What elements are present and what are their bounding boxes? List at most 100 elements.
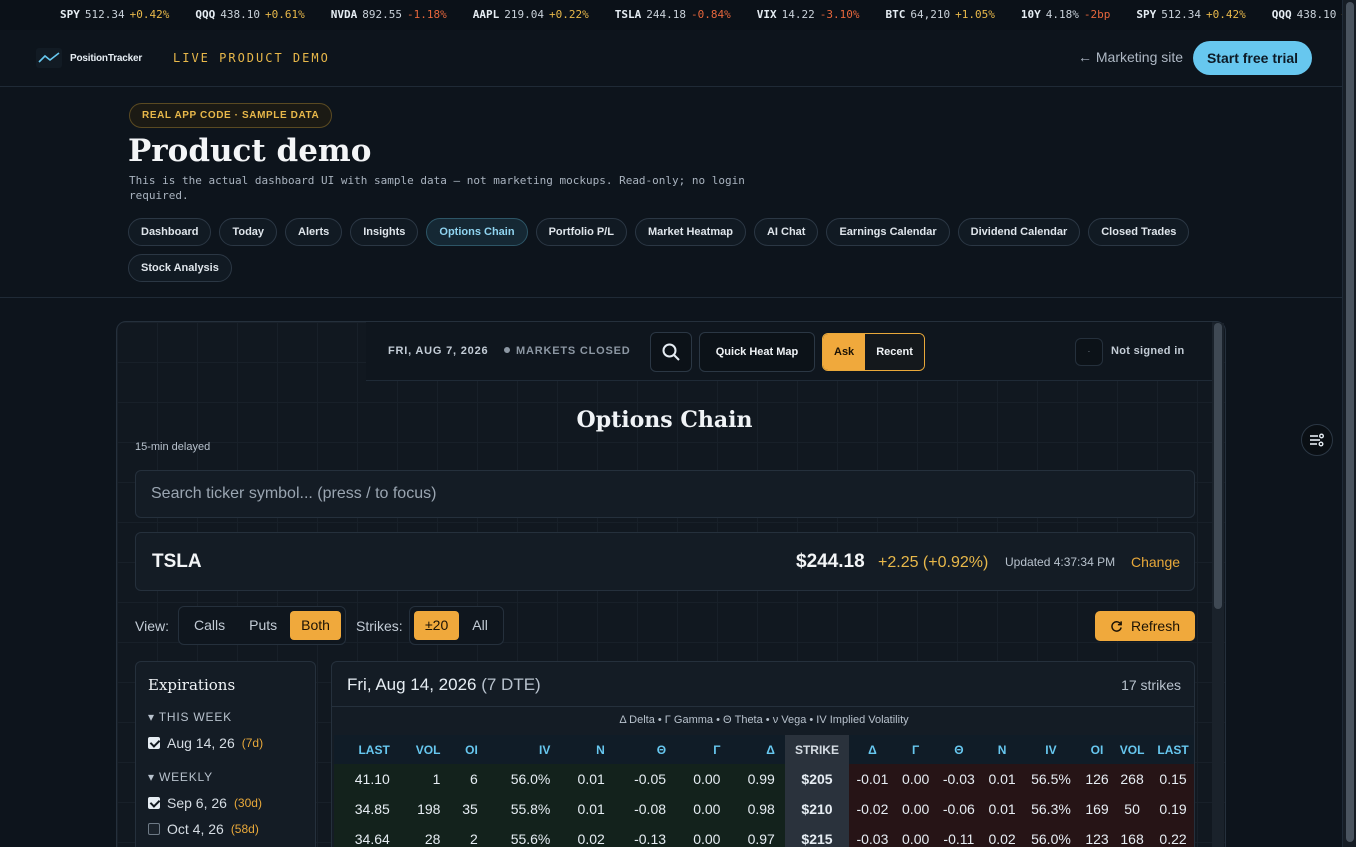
call-cell[interactable]: -0.05 [614,764,677,794]
recent-button[interactable]: Recent [865,334,924,370]
group-this-week[interactable]: ▾ THIS WEEK [148,710,232,724]
call-cell[interactable]: 0.01 [560,794,615,824]
put-cell[interactable]: 123 [1079,824,1115,847]
tab-market-heatmap[interactable]: Market Heatmap [634,218,746,246]
call-cell[interactable]: 198 [399,794,451,824]
tab-earnings-calendar[interactable]: Earnings Calendar [826,218,950,246]
put-column-header[interactable]: Θ [935,735,983,764]
call-column-header[interactable]: Γ [676,735,731,764]
put-cell[interactable]: 0.02 [982,824,1022,847]
put-cell[interactable]: 168 [1114,824,1151,847]
put-column-header[interactable]: Δ [849,735,896,764]
call-cell[interactable]: 1 [399,764,451,794]
put-cell[interactable]: 0.22 [1150,824,1194,847]
call-cell[interactable]: 28 [399,824,451,847]
tab-closed-trades[interactable]: Closed Trades [1088,218,1190,246]
put-cell[interactable]: 0.00 [895,824,936,847]
tab-today[interactable]: Today [219,218,278,246]
put-cell[interactable]: 56.0% [1021,824,1080,847]
call-column-header[interactable]: IV [487,735,561,764]
refresh-button[interactable]: Refresh [1095,611,1195,641]
call-cell[interactable]: -0.13 [614,824,677,847]
call-cell[interactable]: -0.08 [614,794,677,824]
put-cell[interactable]: -0.06 [935,794,983,824]
ticker-search-input[interactable] [135,470,1195,518]
put-cell[interactable]: 0.15 [1150,764,1194,794]
ticker-item[interactable]: 10Y 4.18% -2bp [1021,0,1111,30]
ticker-item[interactable]: QQQ438.10+0.61% [1272,0,1342,30]
ticker-item[interactable]: SPY 512.34 +0.42% [1136,0,1245,30]
view-both-button[interactable]: Both [290,611,341,640]
table-row[interactable]: 41.10 1 6 56.0% 0.01 -0.05 0.00 0.99 $205 -0.01 0.… [334,764,1194,794]
call-column-header[interactable]: Ν [560,735,615,764]
ticker-item[interactable]: QQQ438.10+0.61% [195,0,304,30]
put-cell[interactable]: 169 [1079,794,1115,824]
call-cell[interactable]: 34.64 [334,824,400,847]
put-cell[interactable]: 0.00 [895,764,936,794]
tab-ai-chat[interactable]: AI Chat [753,218,819,246]
table-row[interactable]: 34.64 28 2 55.6% 0.02 -0.13 0.00 0.97 $215 -0.03 0… [334,824,1194,847]
logo[interactable]: PositionTracker [36,48,142,68]
page-scrollbar-thumb[interactable] [1346,2,1354,842]
put-column-header[interactable]: OI [1079,735,1115,764]
put-cell[interactable]: 0.01 [982,764,1022,794]
call-cell[interactable]: 0.00 [676,824,731,847]
expiration-checkbox[interactable] [148,823,160,835]
call-cell[interactable]: 2 [450,824,488,847]
strikes-all-button[interactable]: All [461,611,499,640]
view-puts-button[interactable]: Puts [238,611,288,640]
call-column-header[interactable]: LAST [334,735,400,764]
call-cell[interactable]: 55.6% [487,824,561,847]
user-avatar[interactable]: · [1075,338,1103,366]
expiration-item[interactable]: Sep 6, 26 (30d) [148,795,262,811]
call-column-header[interactable]: Δ [730,735,785,764]
call-cell[interactable]: 0.98 [730,794,785,824]
tab-portfolio-p-l[interactable]: Portfolio P/L [535,218,627,246]
put-cell[interactable]: 0.19 [1150,794,1194,824]
call-cell[interactable]: 56.0% [487,764,561,794]
floating-menu-button[interactable] [1301,424,1333,456]
marketing-site-link[interactable]: ← Marketing site [1078,49,1183,65]
view-calls-button[interactable]: Calls [183,611,236,640]
start-trial-button[interactable]: Start free trial [1193,41,1312,75]
expiration-item[interactable]: Aug 14, 26 (7d) [148,735,263,751]
put-cell[interactable]: -0.11 [935,824,983,847]
tab-alerts[interactable]: Alerts [285,218,343,246]
put-cell[interactable]: 0.00 [895,794,936,824]
ticker-item[interactable]: TSLA 244.18 -0.84% [615,0,731,30]
put-cell[interactable]: -0.03 [935,764,983,794]
frame-scrollbar-thumb[interactable] [1214,323,1222,609]
expiration-item[interactable]: Oct 4, 26 (58d) [148,821,259,837]
quick-heat-map-button[interactable]: Quick Heat Map [699,332,815,372]
call-column-header[interactable]: VOL [399,735,451,764]
table-row[interactable]: 34.85 198 35 55.8% 0.01 -0.08 0.00 0.98 $210 -0.0… [334,794,1194,824]
tab-insights[interactable]: Insights [350,218,419,246]
strike-column-header[interactable]: STRIKE [784,735,850,764]
ask-button[interactable]: Ask [823,334,866,370]
put-column-header[interactable]: IV [1021,735,1080,764]
ticker-item[interactable]: SPY 512.34 +0.42% [60,0,169,30]
call-cell[interactable]: 0.99 [730,764,785,794]
call-cell[interactable]: 34.85 [334,794,400,824]
call-cell[interactable]: 0.97 [730,824,785,847]
call-cell[interactable]: 55.8% [487,794,561,824]
tab-options-chain[interactable]: Options Chain [426,218,528,246]
put-cell[interactable]: 56.3% [1021,794,1080,824]
call-cell[interactable]: 41.10 [334,764,400,794]
call-cell[interactable]: 0.01 [560,764,615,794]
put-column-header[interactable]: LAST [1150,735,1194,764]
call-cell[interactable]: 0.00 [676,764,731,794]
put-cell[interactable]: -0.02 [849,794,896,824]
call-cell[interactable]: 0.00 [676,794,731,824]
put-cell[interactable]: 126 [1079,764,1115,794]
ticker-item[interactable]: BTC 64,210 +1.05% [886,0,995,30]
put-column-header[interactable]: VOL [1114,735,1151,764]
call-column-header[interactable]: Θ [614,735,677,764]
tab-dashboard[interactable]: Dashboard [128,218,212,246]
change-symbol-link[interactable]: Change [1131,554,1180,570]
put-cell[interactable]: 50 [1114,794,1151,824]
search-button[interactable] [650,332,692,372]
put-cell[interactable]: 268 [1114,764,1151,794]
group-weekly[interactable]: ▾ WEEKLY [148,770,213,784]
page-scrollbar[interactable] [1342,0,1356,847]
